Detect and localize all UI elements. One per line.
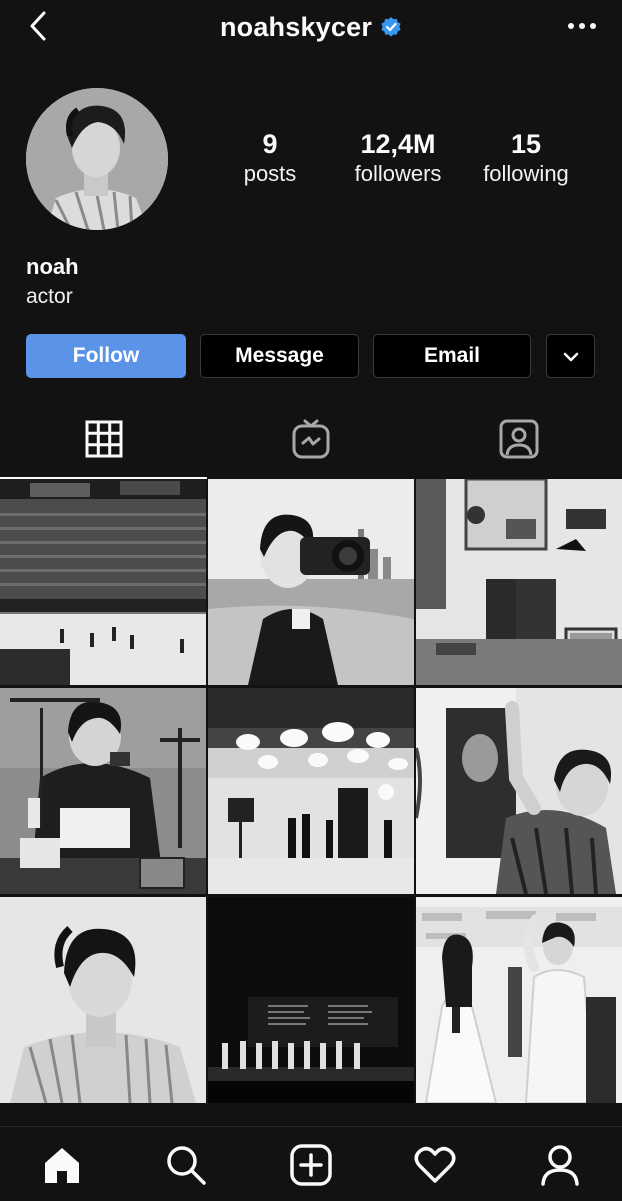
profile-actions: Follow Message Email [26, 334, 596, 380]
message-button[interactable]: Message [200, 334, 359, 378]
stat-label: posts [243, 161, 297, 186]
post-thumbnail[interactable] [416, 897, 622, 1103]
home-icon [42, 1145, 82, 1190]
search-icon [165, 1144, 207, 1191]
nav-home[interactable] [32, 1141, 92, 1193]
posts-grid [0, 479, 622, 1103]
chevron-down-icon [563, 344, 579, 368]
tab-tagged[interactable] [415, 405, 622, 477]
nav-profile[interactable] [530, 1141, 590, 1193]
stat-value: 9 [262, 129, 278, 159]
post-thumbnail[interactable] [0, 479, 206, 685]
igtv-icon [292, 419, 330, 464]
grid-icon [85, 420, 123, 463]
username: noahskycer [219, 11, 373, 42]
post-thumbnail[interactable] [416, 688, 622, 894]
more-horizontal-icon[interactable] [562, 12, 602, 40]
stat-following[interactable]: 15 following [462, 128, 590, 188]
stat-value: 15 [510, 129, 542, 159]
tagged-person-icon [499, 419, 539, 464]
bottom-navigation [0, 1126, 622, 1201]
post-thumbnail[interactable] [0, 688, 206, 894]
post-thumbnail[interactable] [416, 479, 622, 685]
post-thumbnail[interactable] [208, 688, 414, 894]
post-thumbnail[interactable] [0, 897, 206, 1103]
profile-stats: 9 posts 12,4M followers 15 following [206, 128, 590, 188]
nav-new-post[interactable] [281, 1141, 341, 1193]
post-thumbnail[interactable] [208, 897, 414, 1103]
profile-title: noahskycer [0, 10, 622, 44]
stat-value: 12,4M [360, 129, 436, 159]
stat-followers[interactable]: 12,4M followers [334, 128, 462, 188]
stat-label: following [483, 161, 569, 186]
stat-label: followers [354, 161, 442, 186]
avatar[interactable] [26, 88, 168, 230]
email-button[interactable]: Email [373, 334, 531, 378]
profile-bio: actor [26, 285, 73, 308]
post-thumbnail[interactable] [208, 479, 414, 685]
suggested-dropdown-button[interactable] [546, 334, 595, 378]
tab-posts-grid[interactable] [0, 405, 207, 479]
follow-button[interactable]: Follow [26, 334, 186, 378]
verified-badge-icon [380, 16, 402, 38]
stat-posts[interactable]: 9 posts [206, 128, 334, 188]
heart-icon [414, 1146, 456, 1189]
tab-igtv[interactable] [207, 405, 414, 477]
profile-icon [540, 1144, 580, 1191]
profile-tabs [0, 405, 622, 479]
profile-name: noah [26, 254, 79, 279]
nav-search[interactable] [156, 1141, 216, 1193]
add-post-icon [290, 1143, 332, 1191]
nav-activity[interactable] [405, 1141, 465, 1193]
top-bar: noahskycer [0, 0, 622, 56]
